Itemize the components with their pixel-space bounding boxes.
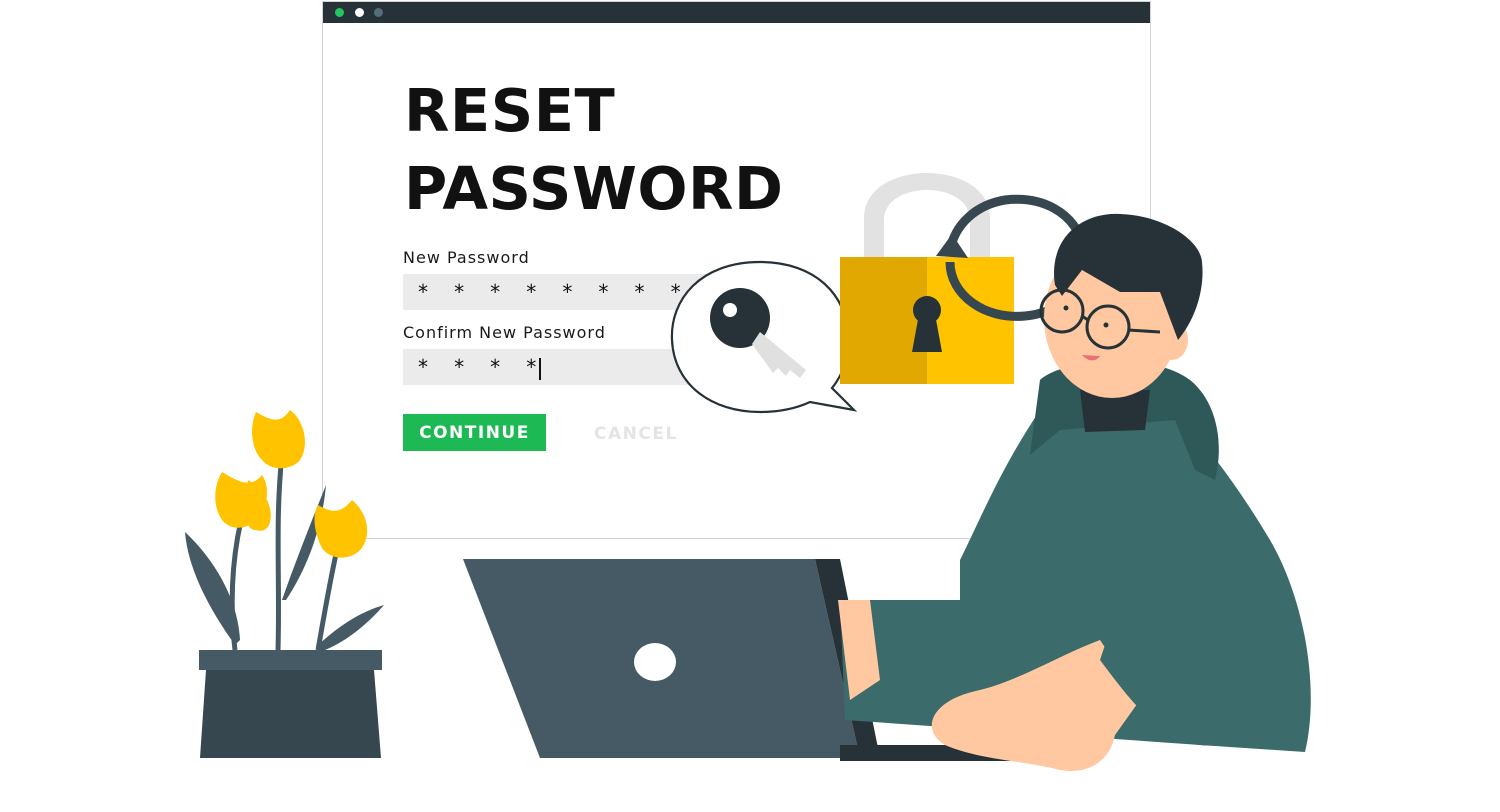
illustration-art: [185, 173, 1311, 771]
plant: [185, 410, 384, 758]
illustration-scene: RESET PASSWORD New Password * * * * * * …: [0, 0, 1500, 812]
speech-bubble: [670, 260, 858, 414]
